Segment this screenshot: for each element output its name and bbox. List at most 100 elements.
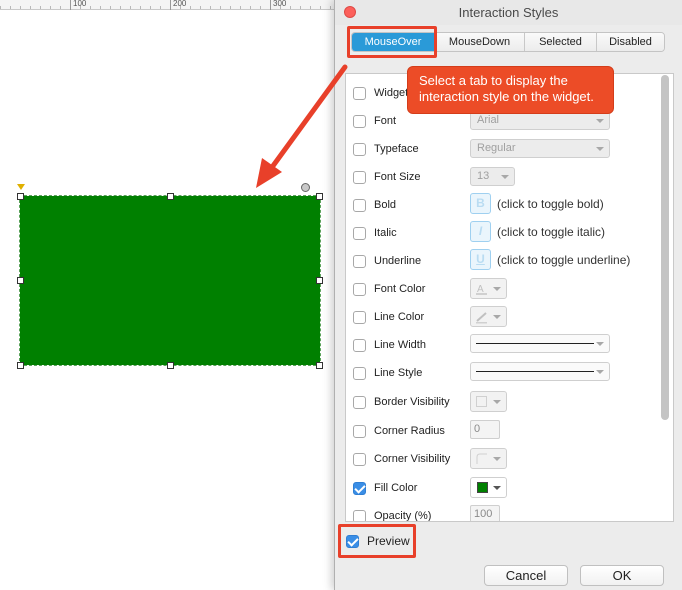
- callout-text-line-2: interaction style on the widget.: [419, 89, 594, 104]
- tab-mousedown[interactable]: MouseDown: [434, 33, 524, 51]
- close-window-button[interactable]: [344, 6, 356, 18]
- preview-checkbox[interactable]: [346, 534, 359, 548]
- pencil-icon: [476, 312, 487, 324]
- resize-handle-top[interactable]: [167, 193, 174, 200]
- line-width-dropdown[interactable]: [470, 334, 610, 353]
- chevron-down-icon: [493, 315, 501, 319]
- property-row-corner-radius: Corner Radius: [346, 417, 656, 445]
- widget-checkbox[interactable]: [353, 86, 366, 100]
- properties-scrollbar[interactable]: [661, 75, 669, 420]
- property-label: Typeface: [374, 143, 419, 155]
- property-label: Corner Visibility: [374, 453, 451, 465]
- underline-toggle-button[interactable]: U: [470, 249, 491, 270]
- chevron-down-icon: [493, 457, 501, 461]
- line-style-checkbox[interactable]: [353, 366, 366, 380]
- ruler-label-300: 300: [273, 0, 287, 8]
- horizontal-ruler: 100 200 300: [0, 0, 334, 10]
- fill-color-picker[interactable]: [470, 477, 507, 498]
- italic-checkbox[interactable]: [353, 226, 366, 240]
- line-style-sample: [476, 371, 594, 372]
- chevron-down-icon: [596, 147, 604, 151]
- corner-icon: [476, 453, 487, 464]
- opacity-checkbox[interactable]: [353, 509, 366, 521]
- properties-panel: Widget Font Arial Typeface Regular Font …: [345, 73, 674, 522]
- property-label: Fill Color: [374, 482, 418, 494]
- property-label: Line Color: [374, 311, 425, 323]
- font-size-value: 13: [477, 170, 490, 182]
- font-size-checkbox[interactable]: [353, 170, 366, 184]
- dialog-title: Interaction Styles: [458, 5, 559, 20]
- preview-label: Preview: [367, 534, 410, 548]
- font-color-picker[interactable]: A: [470, 278, 507, 299]
- widget-anchor-icon: [17, 184, 25, 190]
- rotation-handle[interactable]: [301, 183, 310, 192]
- font-color-icon: A: [476, 284, 487, 295]
- callout-text-line-1: Select a tab to display the: [419, 73, 568, 88]
- green-rectangle-widget[interactable]: [19, 195, 321, 366]
- resize-handle-bottom[interactable]: [167, 362, 174, 369]
- chevron-down-icon: [493, 287, 501, 291]
- property-label: Opacity (%): [374, 510, 432, 522]
- chevron-down-icon: [493, 486, 501, 490]
- border-visibility-picker[interactable]: [470, 391, 507, 412]
- property-label: Line Style: [374, 367, 423, 379]
- chevron-down-icon: [596, 342, 604, 346]
- tab-annotation-highlight: [347, 26, 437, 58]
- corner-radius-checkbox[interactable]: [353, 424, 366, 438]
- property-label: Corner Radius: [374, 425, 445, 437]
- underline-checkbox[interactable]: [353, 254, 366, 268]
- typeface-dropdown[interactable]: Regular: [470, 139, 610, 158]
- property-label: Font Color: [374, 283, 426, 295]
- line-width-checkbox[interactable]: [353, 338, 366, 352]
- resize-handle-bottom-right[interactable]: [316, 362, 323, 369]
- line-style-dropdown[interactable]: [470, 362, 610, 381]
- font-size-dropdown[interactable]: 13: [470, 167, 515, 186]
- resize-handle-top-left[interactable]: [17, 193, 24, 200]
- border-visibility-checkbox[interactable]: [353, 395, 366, 409]
- line-color-picker[interactable]: [470, 306, 507, 327]
- annotation-callout: Select a tab to display the interaction …: [407, 66, 614, 114]
- typeface-dropdown-value: Regular: [477, 142, 516, 154]
- bold-hint: (click to toggle bold): [497, 197, 604, 211]
- font-checkbox[interactable]: [353, 114, 366, 128]
- fill-color-swatch: [477, 482, 488, 493]
- line-color-checkbox[interactable]: [353, 310, 366, 324]
- font-dropdown-value: Arial: [477, 114, 500, 126]
- opacity-input[interactable]: 100: [470, 505, 500, 521]
- chevron-down-icon: [596, 119, 604, 123]
- fill-color-checkbox[interactable]: [353, 481, 366, 495]
- corner-visibility-checkbox[interactable]: [353, 452, 366, 466]
- italic-toggle-button[interactable]: I: [470, 221, 491, 242]
- italic-hint: (click to toggle italic): [497, 225, 606, 239]
- corner-visibility-picker[interactable]: [470, 448, 507, 469]
- dialog-titlebar: Interaction Styles: [335, 0, 682, 25]
- property-label: Line Width: [374, 339, 426, 351]
- property-label: Underline: [374, 255, 422, 267]
- border-icon: [476, 396, 487, 407]
- property-label: Bold: [374, 199, 397, 211]
- cancel-button[interactable]: Cancel: [484, 565, 568, 586]
- chevron-down-icon: [596, 370, 604, 374]
- resize-handle-top-right[interactable]: [316, 193, 323, 200]
- resize-handle-left[interactable]: [17, 277, 24, 284]
- tab-disabled[interactable]: Disabled: [596, 33, 664, 51]
- property-label: Border Visibility: [374, 396, 450, 408]
- chevron-down-icon: [501, 175, 509, 179]
- ruler-label-100: 100: [73, 0, 87, 8]
- font-color-checkbox[interactable]: [353, 282, 366, 296]
- ruler-major-tick: [270, 0, 271, 10]
- ok-button[interactable]: OK: [580, 565, 664, 586]
- bold-toggle-button[interactable]: B: [470, 193, 491, 214]
- bold-checkbox[interactable]: [353, 198, 366, 212]
- tab-selected[interactable]: Selected: [524, 33, 596, 51]
- typeface-checkbox[interactable]: [353, 142, 366, 156]
- property-label: Font Size: [374, 171, 421, 183]
- resize-handle-bottom-left[interactable]: [17, 362, 24, 369]
- property-label: Italic: [374, 227, 397, 239]
- preview-toggle[interactable]: Preview: [338, 524, 416, 558]
- underline-hint: (click to toggle underline): [497, 253, 631, 267]
- ruler-major-tick: [70, 0, 71, 10]
- ruler-major-tick: [170, 0, 171, 10]
- resize-handle-right[interactable]: [316, 277, 323, 284]
- corner-radius-input[interactable]: 0: [470, 420, 500, 439]
